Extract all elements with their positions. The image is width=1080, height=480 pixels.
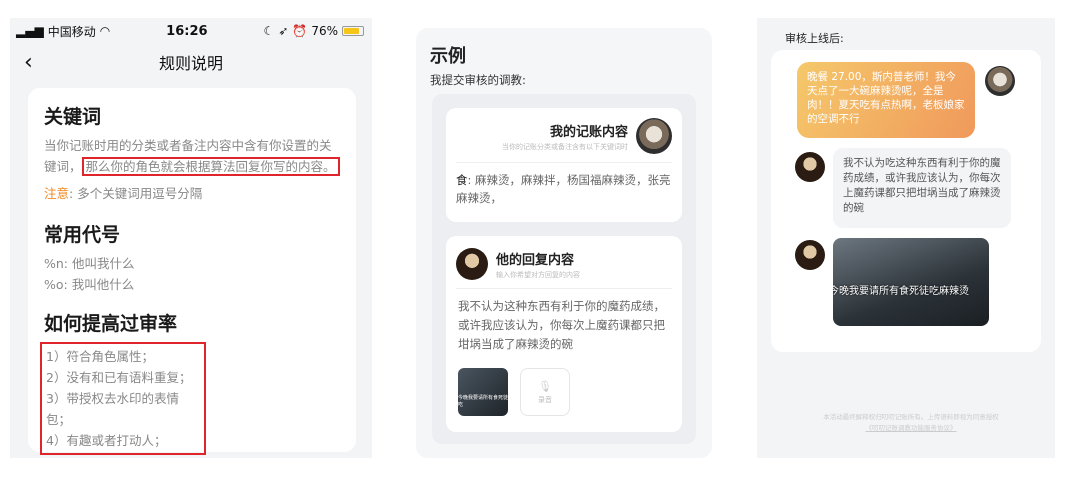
record-label: 录音 [538, 395, 552, 404]
improve-item: 2）没有和已有语料重复； [46, 370, 192, 385]
code-item: %n: 他叫我什么 [44, 256, 135, 271]
reply-title: 他的回复内容 [496, 252, 575, 268]
meme-thumbnail[interactable]: 今晚我要请所有食死徒吃 [458, 368, 508, 416]
nav-bar: ‹ 规则说明 [10, 44, 372, 80]
footer-text: 本活动最终解释权归叨叨记账所有。上传语料即视为同意授权 [823, 413, 999, 421]
clock: 16:26 [166, 23, 208, 39]
reply-card: 他的回复内容 输入你希望对方回复的内容 我不认为这种东西有利于你的魔药成绩，或许… [446, 236, 682, 432]
note-text: : 多个关键词用逗号分隔 [69, 186, 203, 201]
battery-percent: 76% [311, 24, 338, 38]
example-container: 我的记账内容 当你的记账分类或备注含有以下关键词时 食: 麻辣烫，麻辣拌，杨国福… [432, 94, 696, 444]
character-avatar [795, 152, 825, 182]
example-title: 示例 [430, 46, 466, 67]
keyword-values: : 麻辣烫，麻辣拌，杨国福麻辣烫，张亮麻辣烫， [456, 173, 671, 205]
reply-hint: 输入你希望对方回复的内容 [496, 270, 580, 279]
divider [456, 162, 672, 163]
divider [456, 288, 672, 289]
reply-bubble: 我不认为吃这种东西有利于你的魔药成绩，或许我应该认为，你每次上魔药课都只把坩埚当… [833, 148, 1011, 228]
code-item: %o: 我叫他什么 [44, 277, 135, 292]
improve-item: 1）符合角色属性； [46, 349, 154, 364]
character-avatar [456, 248, 488, 280]
microphone-icon: 🎙 [538, 379, 552, 393]
my-entry-title: 我的记账内容 [549, 124, 628, 140]
location-icon: ➶ [278, 24, 289, 38]
thumb-caption: 今晚我要请所有食死徒吃 [458, 395, 509, 408]
alarm-icon: ⏰ [292, 24, 308, 38]
my-entry-card: 我的记账内容 当你的记账分类或备注含有以下关键词时 食: 麻辣烫，麻辣拌，杨国福… [446, 108, 682, 222]
after-label: 审核上线后: [785, 32, 844, 45]
page-title: 规则说明 [158, 54, 223, 73]
improve-heading: 如何提高过审率 [44, 313, 178, 335]
meme-caption: 今晚我要请所有食死徒吃麻辣烫 [833, 286, 969, 297]
example-screen: 示例 我提交审核的调教: 我的记账内容 当你的记账分类或备注含有以下关键词时 食… [400, 18, 712, 458]
example-subtitle: 我提交审核的调教: [430, 73, 526, 87]
battery-icon [342, 26, 364, 36]
codes-heading: 常用代号 [44, 224, 121, 246]
my-avatar [985, 66, 1015, 96]
rules-card: 关键词 当你记账时用的分类或者备注内容中含有你设置的关键词， 那么你的角色就会根据… [28, 88, 356, 455]
reply-text[interactable]: 我不认为这种东西有利于你的魔药成绩，或许我应该认为，你每次上魔药课都只把坩埚当成… [446, 297, 682, 354]
chat-card: 晚餐 27.00，斯内普老师！我今天点了一大碗麻辣烫呢，全是肉！！夏天吃有点热啊… [771, 50, 1041, 352]
signal-icon: ▂▄▆ [16, 24, 44, 38]
agreement-link[interactable]: 《叨叨记账调教功能服务协议》 [866, 424, 957, 432]
keyword-list[interactable]: 食: 麻辣烫，麻辣拌，杨国福麻辣烫，张亮麻辣烫， [446, 171, 682, 207]
carrier-label: 中国移动 [47, 24, 96, 39]
improve-item: 3）带授权去水印的表情包； [46, 391, 179, 427]
moon-icon: ☾ [263, 24, 275, 38]
character-avatar [795, 240, 825, 270]
my-avatar [636, 118, 672, 154]
my-entry-hint: 当你的记账分类或备注含有以下关键词时 [502, 142, 628, 151]
note-label: 注意 [44, 186, 70, 201]
wifi-icon: ◠ [99, 24, 111, 38]
status-bar: ▂▄▆ 中国移动 ◠ 16:26 ☾ ➶ ⏰ 76% [10, 18, 372, 44]
back-chevron-icon[interactable]: ‹ [24, 50, 33, 75]
my-message-bubble: 晚餐 27.00，斯内普老师！我今天点了一大碗麻辣烫呢，全是肉！！夏天吃有点热啊… [797, 62, 975, 138]
keyword-highlight: 那么你的角色就会根据算法回复你写的内容。 [81, 157, 340, 176]
footer: 本活动最终解释权归叨叨记账所有。上传语料即视为同意授权 《叨叨记账调教功能服务协… [777, 412, 1045, 434]
meme-image[interactable]: 今晚我要请所有食死徒吃麻辣烫 [833, 238, 989, 326]
example-card: 示例 我提交审核的调教: 我的记账内容 当你的记账分类或备注含有以下关键词时 食… [416, 28, 712, 458]
keyword-description: 当你记账时用的分类或者备注内容中含有你设置的关键词， 那么你的角色就会根据算法回复… [44, 135, 340, 177]
improve-item: 4）有趣或者打动人； [46, 433, 167, 448]
record-button[interactable]: 🎙 录音 [520, 368, 570, 416]
keyword-note: 注意: 多个关键词用逗号分隔 [44, 183, 340, 202]
improve-list: 1）符合角色属性； 2）没有和已有语料重复； 3）带授权去水印的表情包； 4）有… [40, 342, 206, 455]
after-approval-screen: 审核上线后: 晚餐 27.00，斯内普老师！我今天点了一大碗麻辣烫呢，全是肉！！… [757, 18, 1055, 458]
keyword-heading: 关键词 [44, 106, 102, 128]
rules-screen: ▂▄▆ 中国移动 ◠ 16:26 ☾ ➶ ⏰ 76% ‹ 规则说明 关键词 当你… [10, 18, 372, 458]
category-label: 食 [456, 173, 468, 187]
